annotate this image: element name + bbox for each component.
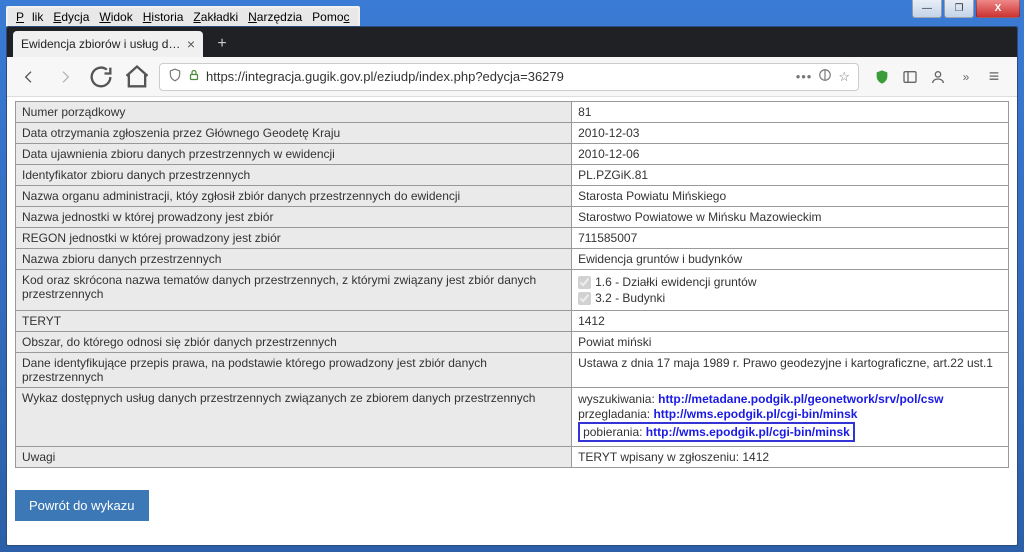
table-row: Obszar, do którego odnosi się zbiór dany… [16, 332, 1009, 353]
service-label: przegladania: [578, 407, 653, 421]
menu-edit[interactable]: Edycja [49, 10, 93, 24]
row-val: 2010-12-03 [572, 123, 1009, 144]
row-val: Starostwo Powiatowe w Mińsku Mazowieckim [572, 207, 1009, 228]
row-val: Powiat miński [572, 332, 1009, 353]
row-key: Wykaz dostępnych usług danych przestrzen… [16, 388, 572, 447]
service-search-link[interactable]: http://metadane.podgik.pl/geonetwork/srv… [658, 392, 943, 406]
table-row: Dane identyfikujące przepis prawa, na po… [16, 353, 1009, 388]
page-content: Numer porządkowy81 Data otrzymania zgłos… [7, 97, 1017, 545]
window-close-button[interactable]: X [976, 0, 1020, 18]
highlight-box: pobierania: http://wms.epodgik.pl/cgi-bi… [578, 422, 855, 442]
table-row: Kod oraz skrócona nazwa tematów danych p… [16, 270, 1009, 311]
row-key: Nazwa jednostki w której prowadzony jest… [16, 207, 572, 228]
table-row: REGON jednostki w której prowadzony jest… [16, 228, 1009, 249]
table-row: Identyfikator zbioru danych przestrzenny… [16, 165, 1009, 186]
bookmark-star-icon[interactable]: ☆ [838, 69, 850, 85]
row-val: Starosta Powiatu Mińskiego [572, 186, 1009, 207]
close-icon: X [995, 3, 1002, 14]
table-row: Data otrzymania zgłoszenia przez Główneg… [16, 123, 1009, 144]
row-key: Dane identyfikujące przepis prawa, na po… [16, 353, 572, 388]
home-icon [123, 63, 151, 91]
row-key: Data ujawnienia zbioru danych przestrzen… [16, 144, 572, 165]
row-val: TERYT wpisany w zgłoszeniu: 1412 [572, 447, 1009, 468]
row-key: TERYT [16, 311, 572, 332]
menu-bookmarks[interactable]: Zakładki [189, 10, 242, 24]
row-key: Uwagi [16, 447, 572, 468]
table-row: Nazwa zbioru danych przestrzennychEwiden… [16, 249, 1009, 270]
row-val: PL.PZGiK.81 [572, 165, 1009, 186]
overflow-icon[interactable]: » [957, 68, 975, 86]
reload-button[interactable] [87, 63, 115, 91]
extension-shield-icon[interactable] [873, 68, 891, 86]
table-row: Wykaz dostępnych usług danych przestrzen… [16, 388, 1009, 447]
sidebar-icon[interactable] [901, 68, 919, 86]
tab-close-icon[interactable]: × [187, 36, 195, 52]
row-val: Ewidencja gruntów i budynków [572, 249, 1009, 270]
row-val: 81 [572, 102, 1009, 123]
menu-help[interactable]: Pomoc [308, 10, 353, 24]
tab-strip: Ewidencja zbiorów i usług danych p × + [7, 27, 1017, 57]
service-view-link[interactable]: http://wms.epodgik.pl/cgi-bin/minsk [653, 407, 857, 421]
menu-file[interactable]: Plik [12, 10, 47, 24]
tab-title: Ewidencja zbiorów i usług danych p [21, 37, 181, 51]
theme-label: 3.2 - Budynki [595, 291, 665, 305]
tab-active[interactable]: Ewidencja zbiorów i usług danych p × [13, 31, 203, 57]
row-key: Numer porządkowy [16, 102, 572, 123]
reader-icon[interactable] [818, 68, 832, 85]
service-label: pobierania: [583, 425, 646, 439]
table-row: Nazwa organu administracji, któy zgłosił… [16, 186, 1009, 207]
row-key: Identyfikator zbioru danych przestrzenny… [16, 165, 572, 186]
browser-toolbar: https://integracja.gugik.gov.pl/eziudp/i… [7, 57, 1017, 97]
details-table: Numer porządkowy81 Data otrzymania zgłos… [15, 101, 1009, 468]
row-key: Obszar, do którego odnosi się zbiór dany… [16, 332, 572, 353]
row-key: Kod oraz skrócona nazwa tematów danych p… [16, 270, 572, 311]
menu-view[interactable]: Widok [95, 10, 136, 24]
row-val-themes: 1.6 - Działki ewidencji gruntów 3.2 - Bu… [572, 270, 1009, 311]
nav-forward-button[interactable] [51, 63, 79, 91]
menu-history[interactable]: Historia [139, 10, 188, 24]
maximize-icon: ❐ [955, 3, 964, 14]
home-button[interactable] [123, 63, 151, 91]
table-row: TERYT1412 [16, 311, 1009, 332]
table-row: Data ujawnienia zbioru danych przestrzen… [16, 144, 1009, 165]
row-key: Nazwa organu administracji, któy zgłosił… [16, 186, 572, 207]
window-minimize-button[interactable]: — [912, 0, 942, 18]
back-to-list-button[interactable]: Powrót do wykazu [15, 490, 149, 521]
arrow-left-icon [21, 69, 37, 85]
theme-checkbox [578, 276, 591, 289]
service-download-link[interactable]: http://wms.epodgik.pl/cgi-bin/minsk [646, 425, 850, 439]
nav-back-button[interactable] [15, 63, 43, 91]
account-icon[interactable] [929, 68, 947, 86]
reload-icon [87, 63, 115, 91]
toolbar-right-icons: » ≡ [867, 68, 1009, 86]
menu-hamburger-icon[interactable]: ≡ [985, 68, 1003, 86]
address-bar[interactable]: https://integracja.gugik.gov.pl/eziudp/i… [159, 63, 859, 91]
page-actions-icon[interactable]: ••• [796, 69, 813, 84]
table-row: Nazwa jednostki w której prowadzony jest… [16, 207, 1009, 228]
app-menubar: Plik Edycja Widok Historia Zakładki Narz… [6, 6, 360, 28]
lock-icon[interactable] [188, 69, 200, 84]
theme-checkbox [578, 292, 591, 305]
row-key: Data otrzymania zgłoszenia przez Główneg… [16, 123, 572, 144]
menu-tools[interactable]: Narzędzia [244, 10, 306, 24]
table-row: Numer porządkowy81 [16, 102, 1009, 123]
row-key: Nazwa zbioru danych przestrzennych [16, 249, 572, 270]
browser-window: Ewidencja zbiorów i usług danych p × + h… [6, 26, 1018, 546]
window-maximize-button[interactable]: ❐ [944, 0, 974, 18]
row-val: Ustawa z dnia 17 maja 1989 r. Prawo geod… [572, 353, 1009, 388]
new-tab-button[interactable]: + [209, 33, 235, 55]
url-text: https://integracja.gugik.gov.pl/eziudp/i… [206, 69, 790, 84]
row-val: 711585007 [572, 228, 1009, 249]
service-label: wyszukiwania: [578, 392, 658, 406]
row-val-services: wyszukiwania: http://metadane.podgik.pl/… [572, 388, 1009, 447]
row-key: REGON jednostki w której prowadzony jest… [16, 228, 572, 249]
theme-label: 1.6 - Działki ewidencji gruntów [595, 275, 756, 289]
row-val: 1412 [572, 311, 1009, 332]
table-row: UwagiTERYT wpisany w zgłoszeniu: 1412 [16, 447, 1009, 468]
arrow-right-icon [57, 69, 73, 85]
row-val: 2010-12-06 [572, 144, 1009, 165]
tracking-shield-icon[interactable] [168, 68, 182, 85]
minimize-icon: — [922, 3, 932, 14]
